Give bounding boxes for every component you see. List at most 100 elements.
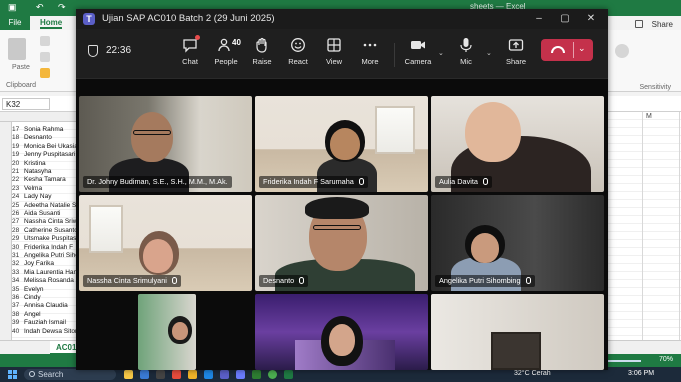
- weather-status[interactable]: 32°C Cerah: [514, 370, 551, 377]
- app-icon-red[interactable]: [172, 370, 181, 379]
- close-icon[interactable]: ✕: [584, 12, 598, 26]
- spreadsheet-row[interactable]: 18 Desnanto: [12, 134, 52, 142]
- spreadsheet-row[interactable]: 36 Cindy: [12, 294, 41, 302]
- spreadsheet-row[interactable]: 23 Velma: [12, 185, 42, 193]
- cut-icon[interactable]: [40, 36, 50, 46]
- task-view-icon[interactable]: [156, 370, 165, 379]
- view-button[interactable]: View: [316, 37, 352, 73]
- edge-icon[interactable]: [204, 370, 213, 379]
- redo-icon[interactable]: ↷: [58, 2, 66, 13]
- tab-file[interactable]: File: [0, 16, 30, 30]
- cell-value[interactable]: Fauziah Ismail: [24, 319, 66, 326]
- leave-button[interactable]: ⌄: [541, 39, 593, 61]
- video-tile[interactable]: Nassha Cinta Srimulyani: [79, 195, 252, 291]
- react-button[interactable]: React: [280, 37, 316, 73]
- more-button[interactable]: More: [352, 37, 388, 73]
- spreadsheet-row[interactable]: 34 Melissa Rosanda: [12, 277, 74, 285]
- raise-hand-button[interactable]: Raise: [244, 37, 280, 73]
- spreadsheet-row[interactable]: 19 Jenny Puspitasari: [12, 151, 75, 159]
- cell-value[interactable]: Jenny Puspitasari: [24, 151, 75, 158]
- chat-button[interactable]: Chat: [172, 35, 208, 73]
- cell-value[interactable]: Evelyn: [24, 286, 44, 293]
- maximize-icon[interactable]: ▢: [558, 12, 572, 26]
- cell-value[interactable]: Sonia Rahma: [24, 126, 63, 133]
- cell-value[interactable]: Desnanto: [24, 134, 52, 141]
- tab-home[interactable]: Home: [40, 18, 63, 29]
- mic-button[interactable]: Mic: [448, 37, 484, 73]
- spreadsheet-row[interactable]: 20 Kristina: [12, 160, 46, 168]
- share-icon[interactable]: [635, 20, 643, 28]
- spreadsheet-row[interactable]: 38 Angel: [12, 311, 41, 319]
- camera-button[interactable]: Camera: [400, 37, 436, 73]
- cell-value[interactable]: Velma: [24, 185, 42, 192]
- format-painter-icon[interactable]: [40, 68, 50, 78]
- video-tile[interactable]: [138, 294, 196, 370]
- spreadsheet-grid-right[interactable]: M: [606, 112, 681, 340]
- taskbar-search[interactable]: Search: [24, 369, 116, 380]
- cell-value[interactable]: Cindy: [24, 294, 41, 301]
- spreadsheet-row[interactable]: 19 Monica Bei Ukasia: [12, 143, 78, 151]
- widgets-icon[interactable]: [140, 370, 149, 379]
- paste-icon[interactable]: [8, 38, 26, 60]
- video-tile[interactable]: Angelika Putri Sihombing: [431, 195, 604, 291]
- spreadsheet-row[interactable]: 28 Catherine Susanto: [12, 227, 78, 235]
- name-box[interactable]: K32: [2, 98, 50, 110]
- cell-value[interactable]: Natasyha: [24, 168, 51, 175]
- spreadsheet-row[interactable]: 39 Fauziah Ismail: [12, 319, 66, 327]
- video-tile[interactable]: Friderika Indah F Sarumaha: [255, 96, 428, 192]
- cell-value[interactable]: Adeetha Natalie Sita: [24, 202, 83, 209]
- windows-start-icon[interactable]: [8, 370, 17, 379]
- spreadsheet-row[interactable]: 32 Joy Farika: [12, 260, 54, 268]
- cell-value[interactable]: Mia Laurentia Hanta: [24, 269, 83, 276]
- spreadsheet-row[interactable]: 26 Aida Susanti: [12, 210, 61, 218]
- cell-value[interactable]: Joy Farika: [24, 260, 54, 267]
- video-tile[interactable]: [255, 294, 428, 370]
- chrome-icon[interactable]: [268, 370, 277, 379]
- cell-value[interactable]: Catherine Susanto: [24, 227, 78, 234]
- spreadsheet-row[interactable]: 37 Annisa Claudia: [12, 302, 68, 310]
- mic-options-chevron-icon[interactable]: ⌄: [486, 49, 492, 57]
- cell-value[interactable]: Nassha Cinta Sriwa: [24, 218, 81, 225]
- clock[interactable]: 3:06 PM: [628, 370, 654, 377]
- teams-taskbar-icon[interactable]: [220, 370, 229, 379]
- share-button[interactable]: Share: [498, 37, 534, 73]
- spreadsheet-row[interactable]: 25 Adeetha Natalie Sita: [12, 202, 83, 210]
- leave-options-chevron-icon[interactable]: ⌄: [578, 43, 586, 54]
- video-tile[interactable]: Aulia Davita: [431, 96, 604, 192]
- undo-icon[interactable]: ↶: [36, 2, 44, 13]
- spreadsheet-row[interactable]: 24 Lady Nay: [12, 193, 51, 201]
- camera-options-chevron-icon[interactable]: ⌄: [438, 49, 444, 57]
- copy-icon[interactable]: [40, 52, 50, 62]
- cell-value[interactable]: Melissa Rosanda: [24, 277, 74, 284]
- cell-value[interactable]: Friderika Indah F: [24, 244, 73, 251]
- cell-value[interactable]: Monica Bei Ukasia: [24, 143, 78, 150]
- video-tile[interactable]: Desnanto: [255, 195, 428, 291]
- file-explorer-icon[interactable]: [188, 370, 197, 379]
- cell-value[interactable]: Lady Nay: [24, 193, 51, 200]
- sensitivity-icon[interactable]: [615, 44, 629, 58]
- spreadsheet-row[interactable]: 22 Kesha Tamara: [12, 176, 66, 184]
- spreadsheet-row[interactable]: 35 Evelyn: [12, 286, 44, 294]
- spreadsheet-row[interactable]: 21 Natasyha: [12, 168, 51, 176]
- spreadsheet-row[interactable]: 17 Sonia Rahma: [12, 126, 63, 134]
- video-tile[interactable]: Dr. Johny Budiman, S.E., S.H., M.M., M.A…: [79, 96, 252, 192]
- spreadsheet-row[interactable]: 30 Friderika Indah F: [12, 244, 73, 252]
- app-icon-green[interactable]: [284, 370, 293, 379]
- zoom-level[interactable]: 70%: [659, 356, 673, 363]
- video-tile[interactable]: [431, 294, 604, 370]
- cell-value[interactable]: Aida Susanti: [24, 210, 61, 217]
- minimize-icon[interactable]: –: [532, 12, 546, 26]
- cell-value[interactable]: Kristina: [24, 160, 46, 167]
- copilot-icon[interactable]: [124, 370, 133, 379]
- spreadsheet-row[interactable]: 27 Nassha Cinta Sriwa: [12, 218, 81, 226]
- spreadsheet-row[interactable]: 29 Utsmake Puspitasari: [12, 235, 84, 243]
- people-button[interactable]: 40 People: [208, 37, 244, 73]
- cell-value[interactable]: Utsmake Puspitasari: [24, 235, 84, 242]
- cell-value[interactable]: Angel: [24, 311, 41, 318]
- cell-value[interactable]: Annisa Claudia: [24, 302, 68, 309]
- spreadsheet-row[interactable]: 33 Mia Laurentia Hanta: [12, 269, 83, 277]
- cell-value[interactable]: Kesha Tamara: [24, 176, 66, 183]
- excel-share-button[interactable]: Share: [652, 20, 673, 29]
- excel-taskbar-icon[interactable]: [252, 370, 261, 379]
- app-icon-purple[interactable]: [236, 370, 245, 379]
